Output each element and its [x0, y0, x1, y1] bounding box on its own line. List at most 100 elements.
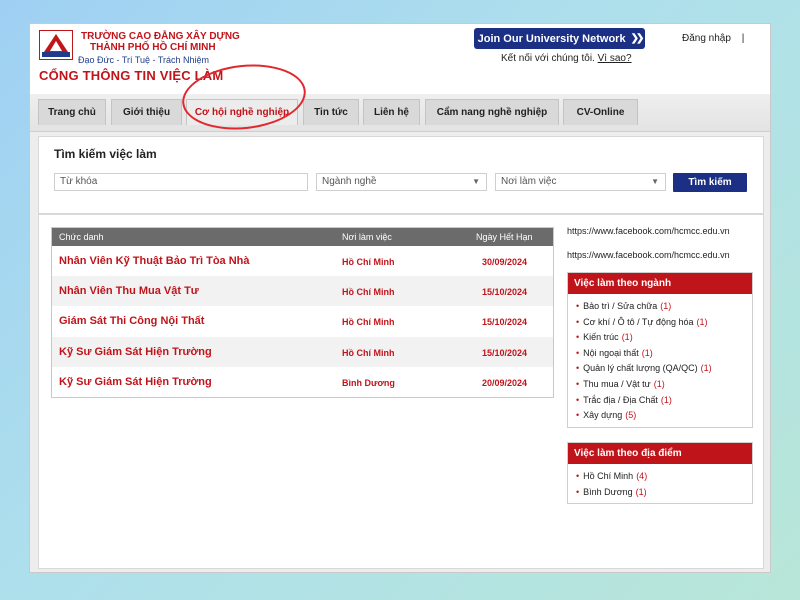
list-item[interactable]: • Xây dựng (5) — [576, 408, 752, 424]
list-item[interactable]: • Bình Dương (1) — [576, 485, 752, 501]
job-deadline: 20/09/2024 — [482, 378, 528, 388]
bullet-icon: • — [576, 301, 580, 311]
list-item[interactable]: • Nội ngoại thất (1) — [576, 346, 752, 362]
job-title-link[interactable]: Kỹ Sư Giám Sát Hiện Trường — [59, 346, 212, 358]
double-chevron-right-icon: ❯❯ — [630, 33, 645, 44]
industry-count: (1) — [621, 332, 633, 343]
table-row: Kỹ Sư Giám Sát Hiện Trường Bình Dương 20… — [52, 367, 553, 397]
connect-label: Kết nối với chúng tôi. — [501, 53, 595, 64]
tab-home[interactable]: Trang chủ — [38, 99, 106, 125]
column-header-deadline: Ngày Hết Hạn — [476, 232, 533, 242]
location-select[interactable]: Nơi làm việc ▼ — [495, 173, 666, 191]
list-item[interactable]: • Quản lý chất lượng (QA/QC) (1) — [576, 361, 752, 377]
job-deadline: 15/10/2024 — [482, 287, 528, 297]
login-area: Đăng nhập | — [682, 33, 744, 44]
bullet-icon: • — [576, 394, 580, 405]
job-title-link[interactable]: Nhân Viên Thu Mua Vật Tư — [59, 285, 199, 297]
keyword-field[interactable] — [54, 173, 308, 191]
tab-contact[interactable]: Liên hệ — [363, 99, 420, 125]
why-link[interactable]: Vì sao? — [598, 53, 632, 64]
search-button[interactable]: Tìm kiếm — [673, 173, 747, 192]
job-location: Bình Dương — [342, 378, 395, 388]
table-row: Nhân Viên Thu Mua Vật Tư Hồ Chí Minh 15/… — [52, 276, 553, 306]
list-item[interactable]: • Kiến trúc (1) — [576, 330, 752, 346]
column-header-location: Nơi làm việc — [342, 232, 392, 242]
logo-triangle-inner — [50, 41, 62, 51]
industry-list: • Bảo trì / Sửa chữa (1) • Cơ khí / Ô tô / … — [568, 294, 752, 427]
tab-about[interactable]: Giới thiệu — [111, 99, 182, 125]
job-table: Chức danh Nơi làm việc Ngày Hết Hạn Nhân… — [51, 227, 554, 398]
search-title: Tìm kiếm việc làm — [54, 147, 157, 161]
job-search-panel: Tìm kiếm việc làm Ngành nghề ▼ Nơi làm v… — [38, 136, 764, 214]
login-link[interactable]: Đăng nhập — [682, 33, 731, 44]
industry-count: (1) — [696, 316, 708, 327]
jobs-by-location-title: Việc làm theo địa điểm — [568, 443, 752, 464]
join-network-label: Join Our University Network — [477, 32, 626, 45]
industry-count: (1) — [700, 363, 712, 374]
location-count: (1) — [635, 486, 647, 497]
jobs-by-industry-box: Việc làm theo ngành • Bảo trì / Sửa chữa(… — [567, 272, 753, 428]
industry-count: (1) — [641, 347, 653, 358]
table-row: Giám Sát Thi Công Nội Thất Hồ Chí Minh 1… — [52, 306, 553, 336]
main-nav: Trang chủ Giới thiệu Cơ hội nghề nghiệp … — [30, 94, 770, 132]
tab-cv-online[interactable]: CV-Online — [563, 99, 638, 125]
industry-label: Bảo trì / Sửa chữa — [583, 301, 658, 311]
list-item[interactable]: • Hồ Chí Minh (4) — [576, 469, 752, 485]
column-header-title: Chức danh — [59, 232, 104, 242]
job-deadline: 15/10/2024 — [482, 348, 528, 358]
industry-count: (1) — [660, 394, 672, 405]
location-label: Bình Dương — [583, 486, 633, 497]
industry-select[interactable]: Ngành nghề ▼ — [316, 173, 487, 191]
school-name-line2: THÀNH PHỐ HỒ CHÍ MINH — [90, 42, 216, 53]
industry-label: Trắc địa / Địa Chất — [583, 394, 658, 405]
login-separator: | — [741, 33, 745, 44]
keyword-input[interactable] — [60, 176, 307, 187]
industry-count: (1) — [653, 378, 665, 389]
job-location: Hồ Chí Minh — [342, 287, 395, 297]
school-logo-icon[interactable] — [39, 30, 73, 60]
job-location: Hồ Chí Minh — [342, 348, 395, 358]
jobs-by-industry-title: Việc làm theo ngành — [568, 273, 752, 294]
bullet-icon: • — [576, 332, 580, 343]
industry-select-value: Ngành nghề — [322, 176, 377, 187]
join-network-button[interactable]: Join Our University Network ❯❯ — [474, 28, 645, 49]
facebook-link[interactable]: https://www.facebook.com/hcmcc.edu.vn — [567, 250, 730, 260]
industry-label: Thu mua / Vật tư — [583, 378, 651, 389]
tab-news[interactable]: Tin tức — [303, 99, 359, 125]
industry-label: Kiến trúc — [583, 332, 619, 343]
location-select-value: Nơi làm việc — [501, 176, 557, 187]
list-item[interactable]: • Bảo trì / Sửa chữa (1) — [576, 299, 752, 315]
school-motto: Đạo Đức - Trí Tuệ - Trách Nhiệm — [78, 55, 210, 65]
chevron-down-icon: ▼ — [472, 177, 480, 186]
industry-count: (5) — [625, 410, 637, 421]
tab-career-handbook[interactable]: Cẩm nang nghề nghiệp — [425, 99, 559, 125]
list-item[interactable]: • Cơ khí / Ô tô / Tự động hóa (1) — [576, 315, 752, 331]
location-count: (4) — [636, 471, 648, 481]
bullet-icon: • — [576, 347, 580, 358]
job-location: Hồ Chí Minh — [342, 257, 395, 267]
logo-band — [42, 52, 70, 57]
list-item[interactable]: • Thu mua / Vật tư (1) — [576, 377, 752, 393]
location-label: Hồ Chí Minh — [583, 471, 634, 481]
job-title-link[interactable]: Kỹ Sư Giám Sát Hiện Trường — [59, 376, 212, 388]
connect-text: Kết nối với chúng tôi. Vì sao? — [501, 53, 632, 64]
job-deadline: 15/10/2024 — [482, 317, 528, 327]
facebook-link[interactable]: https://www.facebook.com/hcmcc.edu.vn — [567, 226, 730, 236]
industry-label: Xây dựng — [583, 410, 623, 421]
table-row: Nhân Viên Kỹ Thuật Bảo Trì Tòa Nhà Hồ Ch… — [52, 246, 553, 276]
browser-page: TRƯỜNG CAO ĐẲNG XÂY DỰNG THÀNH PHỐ HỒ CH… — [30, 24, 770, 572]
bullet-icon: • — [576, 410, 580, 421]
bullet-icon: • — [576, 486, 580, 497]
bullet-icon: • — [576, 471, 580, 481]
location-list: • Hồ Chí Minh (4) • Bình Dương (1) — [568, 464, 752, 503]
bullet-icon: • — [576, 378, 580, 389]
job-title-link[interactable]: Nhân Viên Kỹ Thuật Bảo Trì Tòa Nhà — [59, 255, 250, 267]
list-item[interactable]: • Trắc địa / Địa Chất (1) — [576, 393, 752, 409]
job-title-link[interactable]: Giám Sát Thi Công Nội Thất — [59, 315, 204, 327]
bullet-icon: • — [576, 316, 580, 327]
table-header: Chức danh Nơi làm việc Ngày Hết Hạn — [52, 228, 553, 246]
job-deadline: 30/09/2024 — [482, 257, 528, 267]
chevron-down-icon: ▼ — [651, 177, 659, 186]
jobs-by-location-box: Việc làm theo địa điểm • Hồ Chí Minh (4) •… — [567, 442, 753, 505]
site-header: TRƯỜNG CAO ĐẲNG XÂY DỰNG THÀNH PHỐ HỒ CH… — [30, 24, 770, 94]
